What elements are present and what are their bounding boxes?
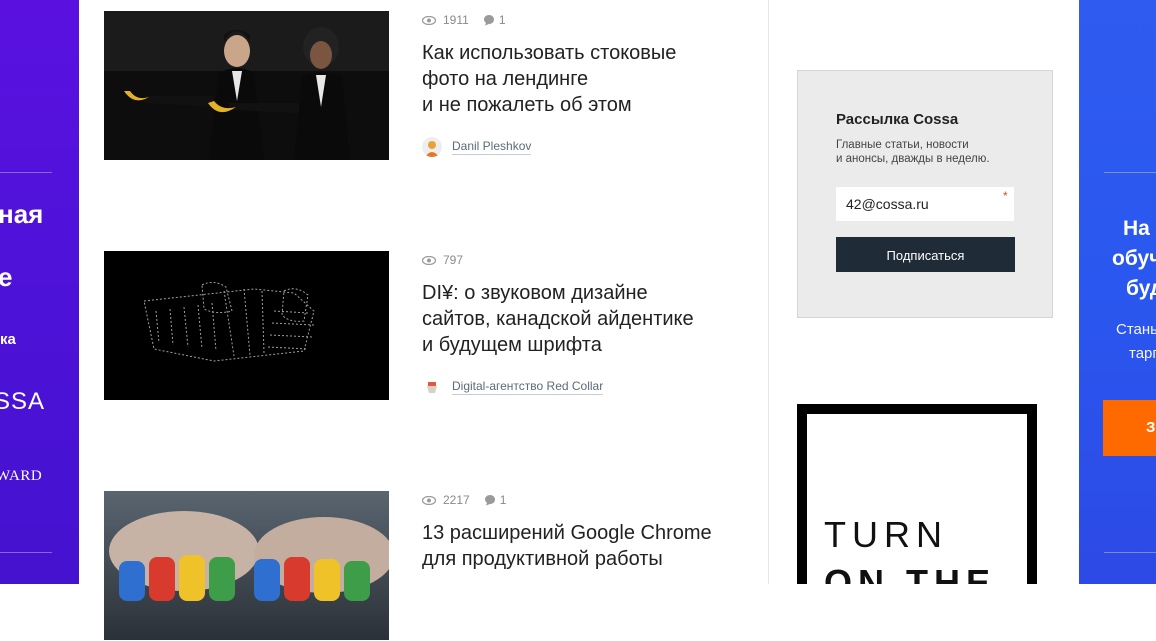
description-line: и анонсы, дважды в неделю. <box>836 153 990 165</box>
newsletter-title: Рассылка Cossa <box>836 111 959 128</box>
author-avatar <box>422 377 442 397</box>
article-thumbnail[interactable] <box>104 251 389 400</box>
title-line[interactable]: и будущем шрифта <box>422 332 752 358</box>
article-title[interactable]: 13 расширений Google Chrome для продукти… <box>422 520 752 572</box>
cossa-logo: SSA <box>0 388 46 415</box>
author-avatar <box>422 137 442 157</box>
author-link[interactable]: Danil Pleshkov <box>452 139 532 155</box>
comments-count[interactable]: 1 <box>500 493 507 507</box>
article-image <box>104 491 389 640</box>
article-author[interactable]: Danil Pleshkov <box>422 137 532 157</box>
email-field[interactable] <box>836 187 1014 221</box>
description-line: Главные статьи, новости <box>836 139 969 151</box>
newsletter-widget: Рассылка Cossa Главные статьи, новости и… <box>797 70 1053 318</box>
promo-subtext: ка <box>0 331 16 348</box>
newsletter-description: Главные статьи, новости и анонсы, дважды… <box>836 138 1026 166</box>
article-stats: 1911 1 <box>422 13 506 27</box>
article-card[interactable]: 797 DI¥: о звуковом дизайне сайтов, кана… <box>104 251 744 401</box>
ad-banner[interactable]: TURN ON THE <box>797 404 1037 584</box>
promo-cta-button[interactable]: З <box>1103 400 1156 456</box>
comment-icon <box>483 15 494 26</box>
views-count: 797 <box>443 253 464 267</box>
promo-subtext-2: тарг <box>1129 345 1156 362</box>
title-line[interactable]: сайтов, канадской айдентике <box>422 306 752 332</box>
column-divider <box>768 0 769 584</box>
views-count: 1911 <box>443 13 469 27</box>
title-line[interactable]: и не пожалеть об этом <box>422 92 752 118</box>
comment-icon <box>484 495 495 506</box>
article-title[interactable]: Как использовать стоковые фото на лендин… <box>422 40 752 118</box>
promo-heading-2: обуч <box>1112 247 1156 270</box>
article-thumbnail[interactable] <box>104 491 389 640</box>
divider <box>1104 552 1156 553</box>
left-promo-banner[interactable]: ная е ка SSA WARD <box>0 0 79 584</box>
title-line[interactable]: 13 расширений Google Chrome <box>422 520 752 546</box>
promo-heading-1: ная <box>0 199 44 229</box>
article-title[interactable]: DI¥: о звуковом дизайне сайтов, канадско… <box>422 280 752 358</box>
banner-line-1: TURN <box>824 514 948 555</box>
banner-line-2: ON THE <box>824 562 997 584</box>
article-image <box>104 251 389 400</box>
divider <box>1104 172 1156 173</box>
views-count: 2217 <box>443 493 470 507</box>
promo-heading-1: На <box>1123 217 1150 240</box>
article-thumbnail[interactable] <box>104 11 389 160</box>
article-author[interactable]: Digital-агентство Red Collar <box>422 377 604 397</box>
title-line[interactable]: для продуктивной работы <box>422 546 752 572</box>
promo-heading-3: буд <box>1126 277 1156 300</box>
eye-icon <box>422 15 436 25</box>
right-promo-banner[interactable]: На обуч буд Стань тарг З <box>1079 0 1156 584</box>
article-card[interactable]: 2217 1 13 расширений Google Chrome для п… <box>104 491 744 641</box>
article-stats: 797 <box>422 253 463 267</box>
author-link[interactable]: Digital-агентство Red Collar <box>452 379 604 395</box>
promo-subtext-1: Стань <box>1116 321 1156 338</box>
title-line[interactable]: фото на лендинге <box>422 66 752 92</box>
divider <box>0 172 52 173</box>
title-line[interactable]: DI¥: о звуковом дизайне <box>422 280 752 306</box>
eye-icon <box>422 255 436 265</box>
article-image <box>104 11 389 160</box>
article-card[interactable]: 1911 1 Как использовать стоковые фото на… <box>104 11 744 161</box>
required-mark: * <box>1003 189 1008 203</box>
award-text: WARD <box>0 468 43 484</box>
subscribe-button[interactable]: Подписаться <box>836 237 1015 272</box>
comments-count[interactable]: 1 <box>499 13 506 27</box>
promo-heading-2: е <box>0 262 13 292</box>
eye-icon <box>422 495 436 505</box>
title-line[interactable]: Как использовать стоковые <box>422 40 752 66</box>
article-stats: 2217 1 <box>422 493 506 507</box>
divider <box>0 552 52 553</box>
